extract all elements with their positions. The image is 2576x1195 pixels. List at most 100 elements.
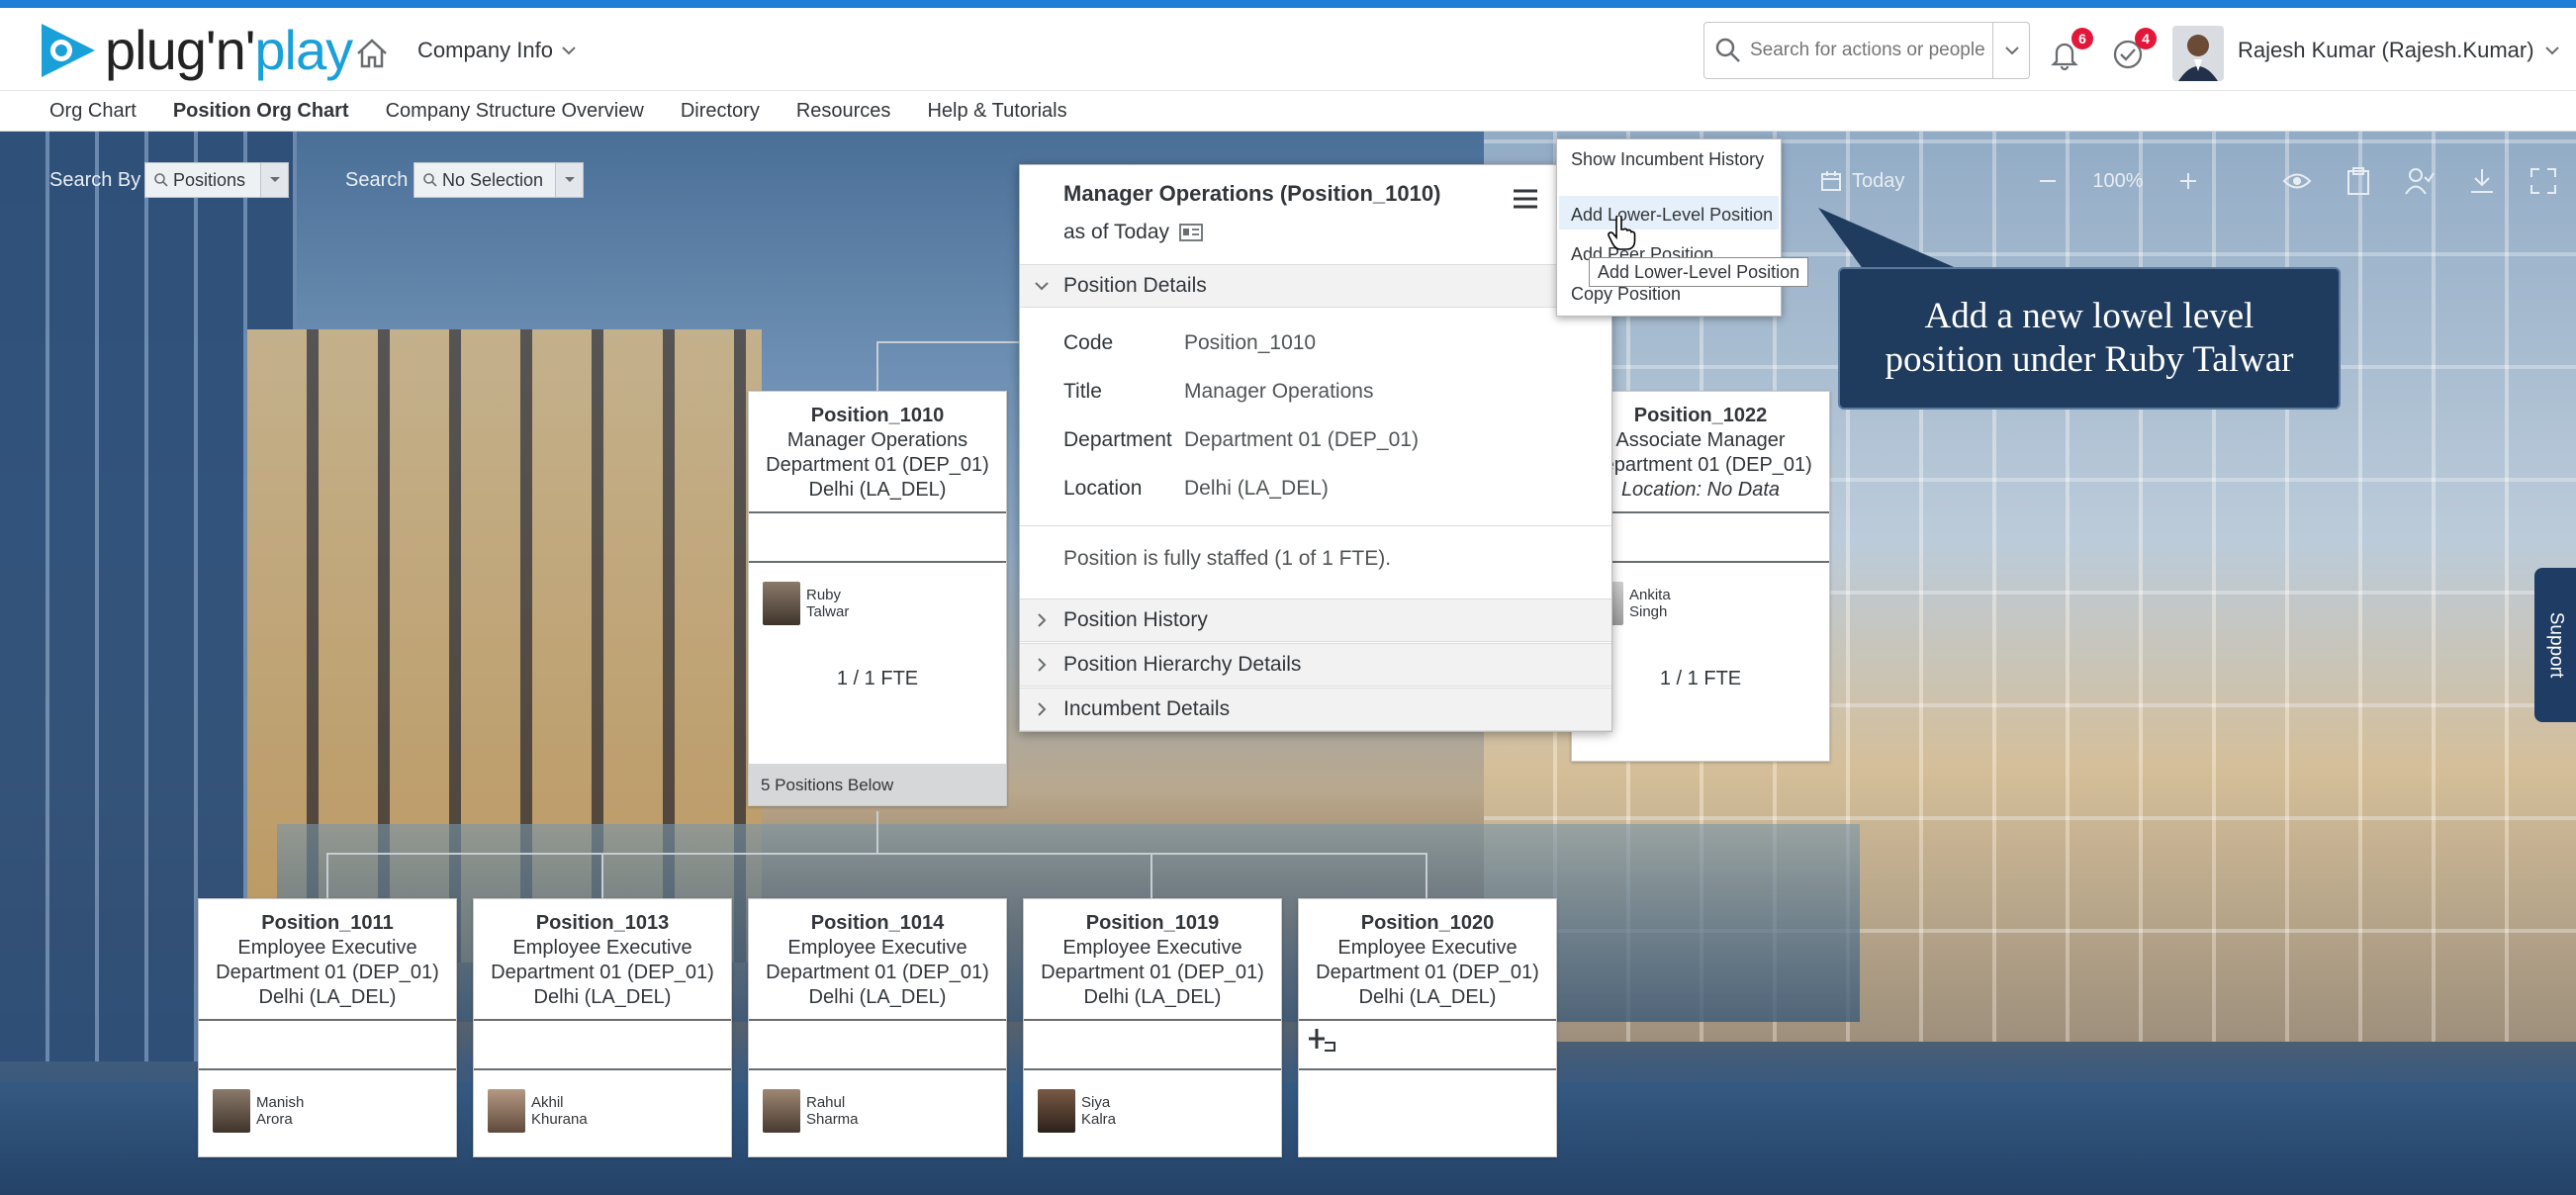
position-department: Department 01 (DEP_01) — [491, 962, 714, 983]
menu-show-incumbent-history[interactable]: Show Incumbent History — [1571, 149, 1764, 170]
company-info-menu[interactable]: Company Info — [417, 38, 577, 63]
nav-help-tutorials[interactable]: Help & Tutorials — [927, 100, 1066, 123]
connector-line — [326, 853, 328, 898]
incumbent-photo — [213, 1089, 250, 1133]
detail-label: Code — [1063, 331, 1114, 354]
incumbent-name: Manish Arora — [256, 1094, 304, 1128]
incumbent[interactable]: Manish Arora — [199, 1070, 456, 1140]
incumbent[interactable]: Rahul Sharma — [749, 1070, 1006, 1140]
chevron-down-icon — [562, 46, 576, 55]
connector-line — [876, 811, 878, 853]
incumbent-first-name: Akhil — [531, 1094, 564, 1111]
position-card-1011[interactable]: Position_1011 Employee Executive Departm… — [198, 898, 457, 1157]
quickcard-title: Manager Operations (Position_1010) — [1063, 181, 1441, 206]
empty-row — [1299, 1021, 1556, 1068]
position-card-1010[interactable]: Position_1010 Manager Operations Departm… — [748, 391, 1007, 806]
position-department: Department 01 (DEP_01) — [766, 454, 989, 476]
zoom-in-icon[interactable] — [2177, 170, 2199, 192]
position-card-1013[interactable]: Position_1013 Employee Executive Departm… — [473, 898, 732, 1157]
connector-line — [601, 853, 603, 898]
incumbent-last-name: Sharma — [806, 1111, 859, 1128]
hamburger-menu-icon[interactable] — [1512, 187, 1539, 211]
section-position-history[interactable]: Position History — [1020, 598, 1611, 642]
position-card-1019[interactable]: Position_1019 Employee Executive Departm… — [1023, 898, 1282, 1157]
positions-below-link[interactable]: 5 Positions Below — [749, 764, 1006, 805]
incumbent[interactable]: Siya Kalra — [1024, 1070, 1281, 1140]
incumbent[interactable]: Akhil Khurana — [474, 1070, 731, 1140]
user-menu[interactable]: Rajesh Kumar (Rajesh.Kumar) — [2238, 38, 2560, 63]
connector-line — [876, 341, 878, 391]
date-picker[interactable]: Today — [1820, 170, 1904, 193]
id-card-icon[interactable] — [1179, 224, 1203, 241]
section-position-details[interactable]: Position Details — [1020, 264, 1611, 308]
position-title: Manager Operations — [786, 429, 968, 451]
incumbent-name: Rahul Sharma — [806, 1094, 859, 1128]
chart-tools: Today 100% — [1820, 166, 2557, 196]
chevron-down-icon — [2544, 46, 2559, 55]
position-code: Position_1020 — [1360, 912, 1495, 934]
nav-directory[interactable]: Directory — [681, 100, 760, 123]
position-code: Position_1013 — [535, 912, 670, 934]
detail-value: Department 01 (DEP_01) — [1184, 428, 1419, 451]
empty-row — [474, 1021, 731, 1068]
incumbent[interactable]: Ruby Talwar — [749, 563, 1006, 632]
user-avatar[interactable] — [2172, 26, 2224, 81]
position-location: Delhi (LA_DEL) — [533, 986, 672, 1008]
caret-down-icon — [555, 163, 583, 197]
add-position-icon[interactable] — [1307, 1027, 1336, 1053]
position-card-1014[interactable]: Position_1014 Employee Executive Departm… — [748, 898, 1007, 1157]
eye-icon[interactable] — [2282, 170, 2312, 192]
fullscreen-icon[interactable] — [2530, 167, 2557, 195]
incumbent-first-name: Ruby — [806, 587, 842, 603]
logo-text-b: play — [254, 19, 353, 81]
incumbent-photo — [763, 582, 800, 625]
search-scope-dropdown[interactable] — [1992, 22, 2030, 79]
detail-label: Department — [1063, 428, 1172, 451]
nav-position-org-chart[interactable]: Position Org Chart — [173, 100, 349, 123]
search-select[interactable]: No Selection — [414, 162, 584, 198]
global-search[interactable] — [1703, 22, 2030, 79]
company-logo[interactable]: plug'n'play — [38, 19, 353, 81]
home-icon[interactable] — [354, 36, 390, 71]
search-input[interactable] — [1750, 40, 1997, 61]
menu-copy-position[interactable]: Copy Position — [1571, 284, 1681, 305]
chevron-down-icon — [1020, 281, 1063, 291]
user-check-icon[interactable] — [2404, 167, 2435, 195]
detail-label: Title — [1063, 380, 1102, 403]
position-code: Position_1019 — [1085, 912, 1220, 934]
search-label: Search — [345, 169, 409, 191]
chevron-right-icon — [1020, 612, 1063, 628]
section-label: Position Hierarchy Details — [1063, 653, 1302, 676]
position-card-1020[interactable]: Position_1020 Employee Executive Departm… — [1298, 898, 1557, 1157]
nav-company-structure-overview[interactable]: Company Structure Overview — [386, 100, 644, 123]
connector-line — [326, 853, 1426, 855]
search-icon — [1715, 38, 1740, 62]
position-code: Position_1010 — [810, 405, 945, 426]
position-department: Department 01 (DEP_01) — [1041, 962, 1264, 983]
notifications-button[interactable]: 6 — [2048, 28, 2093, 71]
clipboard-icon[interactable] — [2346, 166, 2371, 196]
position-info: Position_1013 Employee Executive Departm… — [474, 899, 731, 1019]
tooltip: Add Lower-Level Position — [1589, 257, 1809, 287]
nav-org-chart[interactable]: Org Chart — [49, 100, 137, 123]
connector-line — [1426, 853, 1427, 898]
incumbent-photo — [763, 1089, 800, 1133]
download-icon[interactable] — [2468, 167, 2496, 195]
menu-add-lower-level-position[interactable]: Add Lower-Level Position — [1571, 205, 1773, 226]
section-position-hierarchy[interactable]: Position Hierarchy Details — [1020, 643, 1611, 687]
position-info: Position_1014 Employee Executive Departm… — [749, 899, 1006, 1019]
search-by-select[interactable]: Positions — [144, 162, 289, 198]
position-title: Employee Executive — [237, 937, 417, 959]
position-quickcard: Manager Operations (Position_1010) as of… — [1019, 164, 1612, 732]
incumbent-name: Siya Kalra — [1081, 1094, 1116, 1128]
incumbent-first-name: Ankita — [1629, 587, 1671, 603]
zoom-out-icon[interactable] — [2037, 170, 2059, 192]
support-tab[interactable]: Support — [2534, 568, 2576, 722]
nav-resources[interactable]: Resources — [796, 100, 891, 123]
position-code: Position_1014 — [810, 912, 945, 934]
incumbent-first-name: Siya — [1081, 1094, 1111, 1111]
section-incumbent-details[interactable]: Incumbent Details — [1020, 688, 1611, 731]
incumbent-first-name: Rahul — [806, 1094, 846, 1111]
tasks-button[interactable]: 4 — [2111, 28, 2157, 71]
logo-mark-icon — [42, 24, 95, 77]
